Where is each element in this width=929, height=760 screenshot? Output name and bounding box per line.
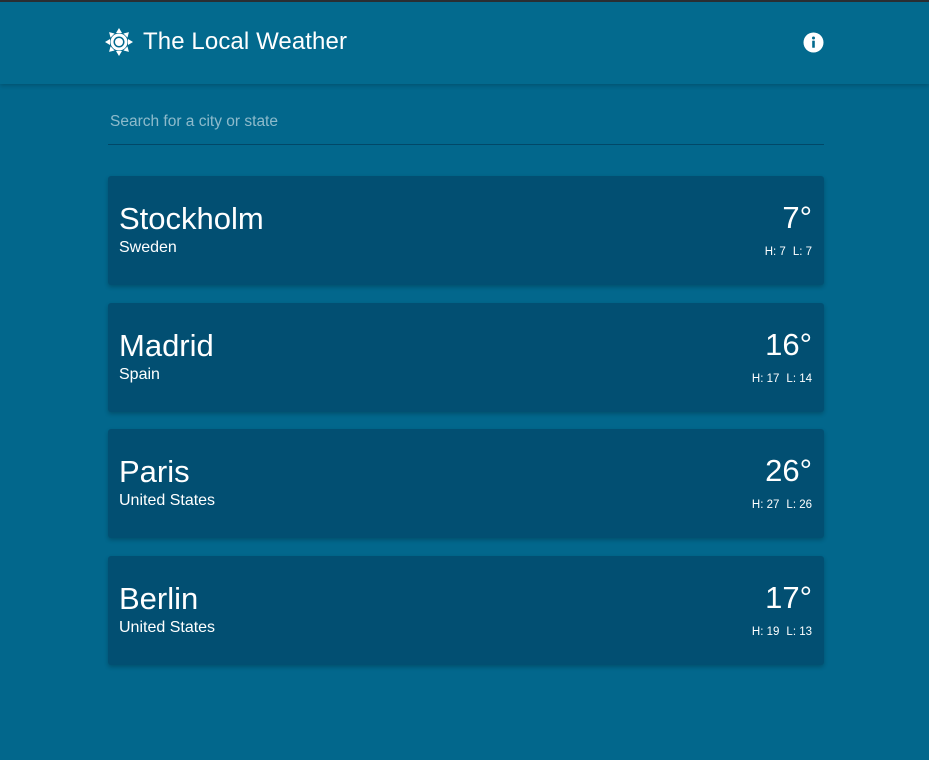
city-temperature: 16° — [765, 326, 812, 362]
info-icon — [803, 32, 824, 53]
city-temperature: 26° — [765, 453, 812, 488]
city-name: Stockholm — [119, 201, 264, 236]
high-low: H: 7 L: 7 — [765, 245, 812, 259]
high-low: H: 19 L: 13 — [752, 625, 812, 639]
high-low: H: 17 L: 14 — [752, 372, 812, 386]
city-country: United States — [119, 492, 216, 509]
city-list: Stockholm Sweden 7° H: 7 L: 7 Madrid Spai… — [108, 176, 824, 682]
high-temp: H: 7 — [764, 246, 786, 258]
city-temperature: 17° — [765, 579, 812, 615]
info-button[interactable] — [803, 32, 824, 53]
sun-icon — [105, 28, 133, 56]
city-card-madrid[interactable]: Madrid Spain 16° H: 17 L: 14 — [108, 302, 824, 412]
low-temp: L: 7 — [792, 246, 812, 258]
city-card-paris[interactable]: Paris United States 26° H: 27 L: 26 — [108, 429, 824, 538]
city-temperature: 7° — [782, 200, 812, 235]
city-country: Spain — [119, 365, 160, 383]
brand[interactable]: The Local Weather — [105, 28, 347, 56]
low-temp: L: 26 — [786, 499, 812, 511]
high-temp: H: 27 — [751, 499, 780, 511]
app-header: The Local Weather — [0, 2, 929, 84]
city-card-berlin[interactable]: Berlin United States 17° H: 19 L: 13 — [108, 555, 824, 665]
high-temp: H: 17 — [751, 372, 780, 385]
low-temp: L: 14 — [786, 372, 812, 385]
city-country: United States — [119, 618, 216, 636]
search-field — [108, 104, 824, 145]
city-name: Paris — [119, 454, 190, 489]
city-country: Sweden — [119, 239, 177, 256]
high-low: H: 27 L: 26 — [752, 498, 812, 512]
city-card-stockholm[interactable]: Stockholm Sweden 7° H: 7 L: 7 — [108, 176, 824, 285]
search-input[interactable] — [108, 104, 824, 140]
app-title: The Local Weather — [143, 28, 348, 55]
low-temp: L: 13 — [786, 625, 812, 638]
city-name: Berlin — [119, 580, 199, 616]
city-name: Madrid — [119, 327, 214, 363]
high-temp: H: 19 — [751, 625, 780, 638]
